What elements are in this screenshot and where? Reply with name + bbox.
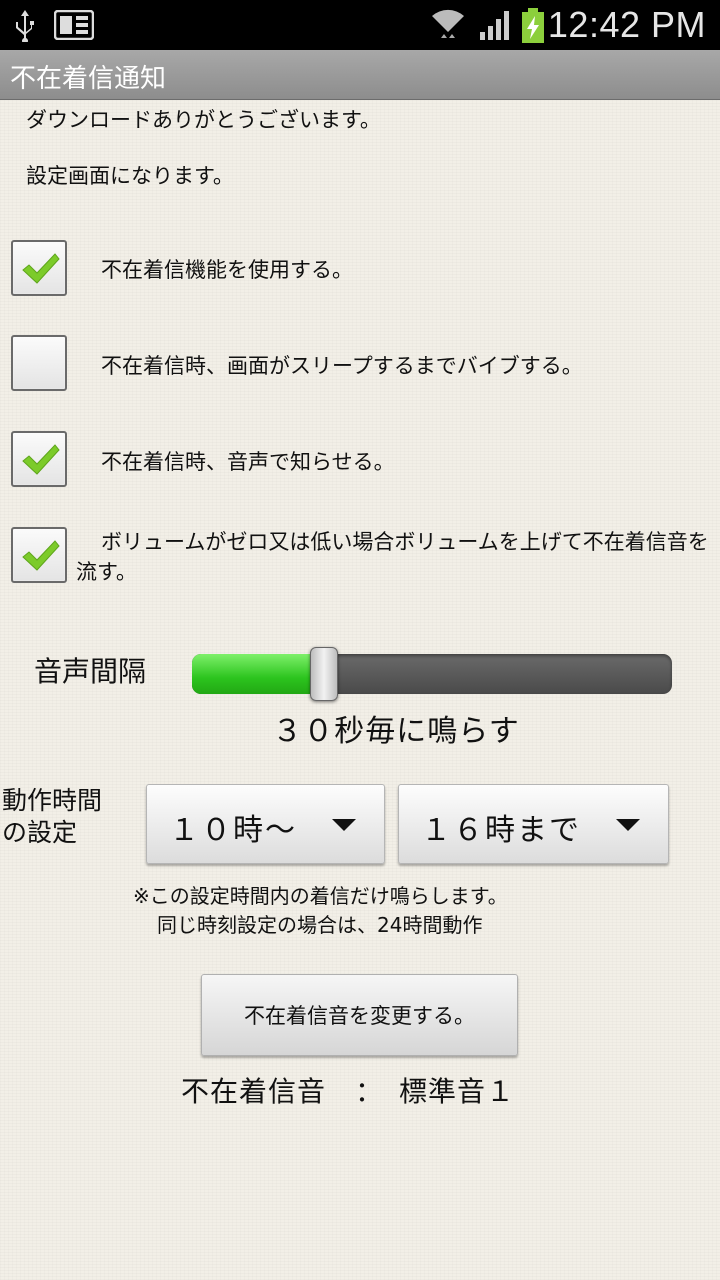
intro-settings-text: 設定画面になります。 [26,164,234,188]
title-bar: 不在着信通知 [0,50,720,100]
vibrate-checkbox[interactable] [11,335,67,391]
dropdown-arrow-icon [616,819,640,831]
enable-label: 不在着信機能を使用する。 [101,258,353,282]
slider-thumb[interactable] [310,647,338,701]
wifi-icon [432,9,464,38]
volume-checkbox[interactable] [11,527,67,583]
time-note-1: ※この設定時間内の着信だけ鳴らします。 [133,884,508,908]
signal-icon [480,11,509,40]
clock: 12:42 PM [547,4,706,45]
ringtone-display: 不在着信音 ： 標準音１ [181,1075,516,1108]
ebook-icon [54,10,94,40]
voice-label: 不在着信時、音声で知らせる。 [101,450,395,474]
usb-icon [16,10,34,42]
dropdown-arrow-icon [332,819,356,831]
change-ringtone-button[interactable]: 不在着信音を変更する。 [201,974,518,1056]
operating-time-label-line2: の設定 [2,818,78,847]
operating-time-label-line1: 動作時間 [2,786,103,815]
intro-thanks-text: ダウンロードありがとうございます。 [26,108,381,132]
enable-checkbox[interactable] [11,240,67,296]
checkmark-icon [22,540,60,571]
app-title: 不在着信通知 [10,64,167,94]
sound-interval-label: 音声間隔 [34,655,147,688]
volume-label: ボリュームがゼロ又は低い場合ボリュームを上げて不在着信音を流す。 [76,530,709,584]
sound-interval-value: ３０秒毎に鳴らす [272,714,520,749]
status-bar: 12:42 PM [0,0,720,50]
vibrate-label: 不在着信時、画面がスリープするまでバイブする。 [101,354,583,378]
start-time-spinner[interactable]: １０時～ [146,784,385,864]
sound-interval-slider[interactable] [192,647,672,701]
battery-charging-icon [522,8,544,43]
checkmark-icon [22,253,60,284]
slider-fill [192,654,324,694]
voice-checkbox[interactable] [11,431,67,487]
time-note-2: 同じ時刻設定の場合は、24時間動作 [157,913,483,937]
end-time-spinner[interactable]: １６時まで [398,784,669,864]
start-time-value: １０時～ [169,813,297,848]
operating-time-label: 動作時間 の設定 [2,785,102,849]
checkmark-icon [22,444,60,475]
end-time-value: １６時まで [421,813,581,848]
